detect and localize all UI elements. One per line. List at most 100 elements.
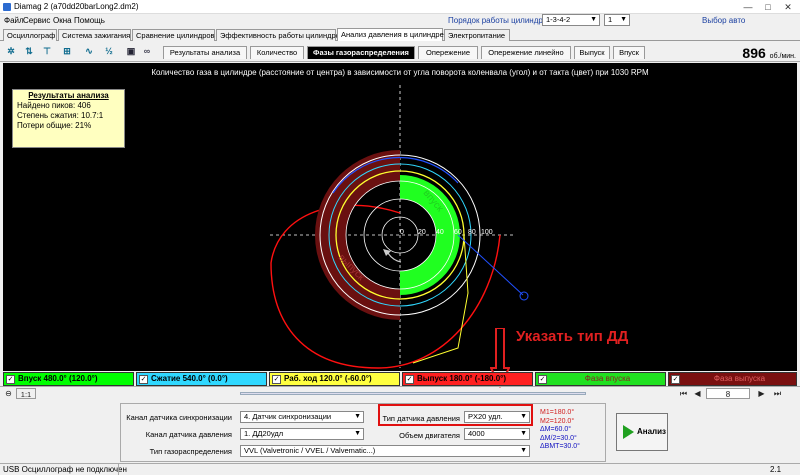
analyze-button[interactable]: Анализ — [616, 413, 668, 451]
compare-icon[interactable]: ⇅ — [22, 44, 36, 58]
tab-power-supply[interactable]: Электропитание — [444, 29, 510, 41]
skip-forward-icon[interactable]: ⏭ — [772, 388, 783, 399]
chevron-down-icon: ▼ — [354, 413, 361, 420]
chevron-down-icon: ▼ — [520, 447, 527, 454]
settings-icon[interactable]: ✲ — [4, 44, 18, 58]
results-peaks: Найдено пиков: 406 — [17, 101, 91, 110]
sensor-type-highlight — [378, 404, 533, 426]
tab-oscilloscope[interactable]: Осциллограф — [3, 29, 57, 41]
tab-analysis-results[interactable]: Результаты анализа — [163, 46, 247, 59]
marker-values: M1=180.0° M2=120.0° ΔM=60.0° ΔM/2=30.0° … — [540, 409, 580, 452]
maximize-icon[interactable]: □ — [758, 1, 778, 13]
settings-icon[interactable]: ⊞ — [60, 44, 74, 58]
legend-compression[interactable]: ✓ Сжатие 540.0° (0.0°) — [136, 372, 267, 386]
checkbox-icon[interactable]: ✓ — [405, 375, 414, 384]
legend-bar: ✓ Впуск 480.0° (120.0°) ✓ Сжатие 540.0° (0… — [3, 372, 797, 386]
engine-volume-select[interactable]: 4000 ▼ — [464, 428, 530, 440]
sync-channel-label: Канал датчика синхронизации — [126, 413, 232, 422]
tab-exhaust[interactable]: Выпуск — [574, 46, 610, 59]
menu-bar: Файл Сервис Окна Помощь Порядок работы ц… — [0, 14, 800, 28]
tab-advance-linear[interactable]: Опережение линейно — [481, 46, 571, 59]
results-header: Результаты анализа — [28, 91, 109, 100]
tick-label-80: 80 — [468, 229, 476, 236]
legend-intake[interactable]: ✓ Впуск 480.0° (120.0°) — [3, 372, 134, 386]
close-icon[interactable]: ✕ — [778, 1, 798, 13]
sync-channel-select[interactable]: 4. Датчик синхронизации ▼ — [240, 411, 364, 423]
tick-label-20: 20 — [418, 229, 426, 236]
legend-power-stroke[interactable]: ✓ Раб. ход 120.0° (-60.0°) — [269, 372, 400, 386]
firing-order-label: Порядок работы цилиндров — [448, 16, 552, 25]
status-divider — [118, 464, 119, 475]
main-tabs: Осциллограф Система зажигания Сравнение … — [0, 28, 800, 41]
legend-intake-phase[interactable]: ✓ Фаза впуска — [535, 372, 666, 386]
auto-select-button[interactable]: Выбор авто — [702, 16, 745, 25]
version-text: 2.1 — [770, 465, 782, 474]
tab-advance[interactable]: Опережение — [418, 46, 478, 59]
checkbox-icon[interactable]: ✓ — [272, 375, 281, 384]
tab-pressure-analysis[interactable]: Анализ давления в цилиндре — [337, 28, 444, 41]
zoom-out-icon[interactable]: ⊖ — [3, 388, 14, 399]
checkbox-icon[interactable]: ✓ — [671, 375, 680, 384]
page-number-input[interactable]: 8 — [706, 388, 750, 399]
pressure-channel-label: Канал датчика давления — [145, 430, 232, 439]
checkbox-icon[interactable]: ✓ — [6, 375, 15, 384]
chevron-down-icon: ▼ — [620, 16, 627, 23]
pressure-channel-select[interactable]: 1. ДД20удл ▼ — [240, 428, 364, 440]
tab-ignition[interactable]: Система зажигания — [58, 29, 131, 41]
horizontal-scrollbar[interactable] — [240, 392, 586, 395]
save-icon[interactable]: ▣ — [124, 44, 138, 58]
legend-exhaust[interactable]: ✓ Выпуск 180.0° (-180.0°) — [402, 372, 533, 386]
minimize-icon[interactable]: — — [738, 1, 758, 13]
navigation-bar: ⊖ 1:1 ⏮ ◀ 8 ▶ ⏭ — [0, 386, 800, 399]
window-title: Diamag 2 (a70dd20barLong2.dm2) — [14, 2, 139, 11]
play-icon — [623, 425, 634, 439]
skip-back-icon[interactable]: ⏮ — [678, 388, 689, 399]
checkbox-icon[interactable]: ✓ — [139, 375, 148, 384]
tick-label-40: 40 — [436, 229, 444, 236]
annotation-text: Указать тип ДД — [516, 328, 629, 345]
m2-value: M2=120.0° — [540, 417, 575, 425]
checkbox-icon[interactable]: ✓ — [538, 375, 547, 384]
tick-label-100: 100 — [481, 229, 493, 236]
firing-order-select[interactable]: 1-3-4-2 ▼ — [542, 14, 600, 26]
status-text: USB Осциллограф не подключен — [3, 465, 127, 474]
status-bar: USB Осциллограф не подключен 2.1 — [0, 463, 800, 475]
marker-circle — [519, 291, 529, 301]
rpm-readout: 896 об./мин. — [742, 45, 796, 61]
tick-label-0: 0 — [400, 229, 404, 236]
graph-icon[interactable]: ∿ — [82, 44, 96, 58]
tab-valve-timing[interactable]: Фазы газораспределения — [307, 46, 415, 59]
tab-intake[interactable]: Впуск — [613, 46, 645, 59]
cylinder-select[interactable]: 1 ▼ — [604, 14, 630, 26]
scale-icon[interactable]: ⊤ — [40, 44, 54, 58]
tab-cylinder-compare[interactable]: Сравнение цилиндров — [132, 29, 215, 41]
fraction-icon[interactable]: ½ — [102, 44, 116, 58]
chevron-down-icon: ▼ — [520, 430, 527, 437]
tick-label-60: 60 — [454, 229, 462, 236]
results-compression: Степень сжатия: 10.7:1 — [17, 111, 104, 120]
menu-help[interactable]: Помощь — [74, 16, 105, 25]
rotation-arrow — [387, 252, 402, 263]
toolbar: ✲ ⇅ ⊤ ⊞ ∿ ½ ▣ ∞ Результаты анализа Колич… — [0, 41, 800, 62]
m1-value: M1=180.0° — [540, 409, 575, 416]
tab-cylinder-efficiency[interactable]: Эффективность работы цилиндров — [216, 29, 344, 41]
glasses-icon[interactable]: ∞ — [140, 44, 154, 58]
chevron-down-icon: ▼ — [354, 430, 361, 437]
zoom-level[interactable]: 1:1 — [16, 388, 36, 399]
menu-windows[interactable]: Окна — [53, 16, 72, 25]
timing-type-label: Тип газораспределения — [149, 447, 232, 456]
exhaust-phase-sector — [315, 150, 400, 320]
results-losses: Потери общие: 21% — [17, 121, 92, 130]
menu-file[interactable]: Файл — [4, 16, 24, 25]
prev-icon[interactable]: ◀ — [692, 388, 703, 399]
delta-m-value: ΔM=60.0° — [540, 426, 572, 434]
delta-tdc-value: ΔВМТ=30.0° — [540, 443, 580, 451]
tab-quantity[interactable]: Количество — [250, 46, 304, 59]
legend-exhaust-phase[interactable]: ✓ Фаза выпуска — [668, 372, 797, 386]
analysis-results-box: Результаты анализа Найдено пиков: 406 Ст… — [12, 89, 125, 148]
chevron-down-icon: ▼ — [590, 16, 597, 23]
menu-service[interactable]: Сервис — [23, 16, 50, 25]
timing-type-select[interactable]: VVL (Valvetronic / VVEL / Valvematic...)… — [240, 445, 530, 457]
plot-area[interactable]: Количество газа в цилиндре (расстояние о… — [3, 63, 797, 388]
next-icon[interactable]: ▶ — [756, 388, 767, 399]
